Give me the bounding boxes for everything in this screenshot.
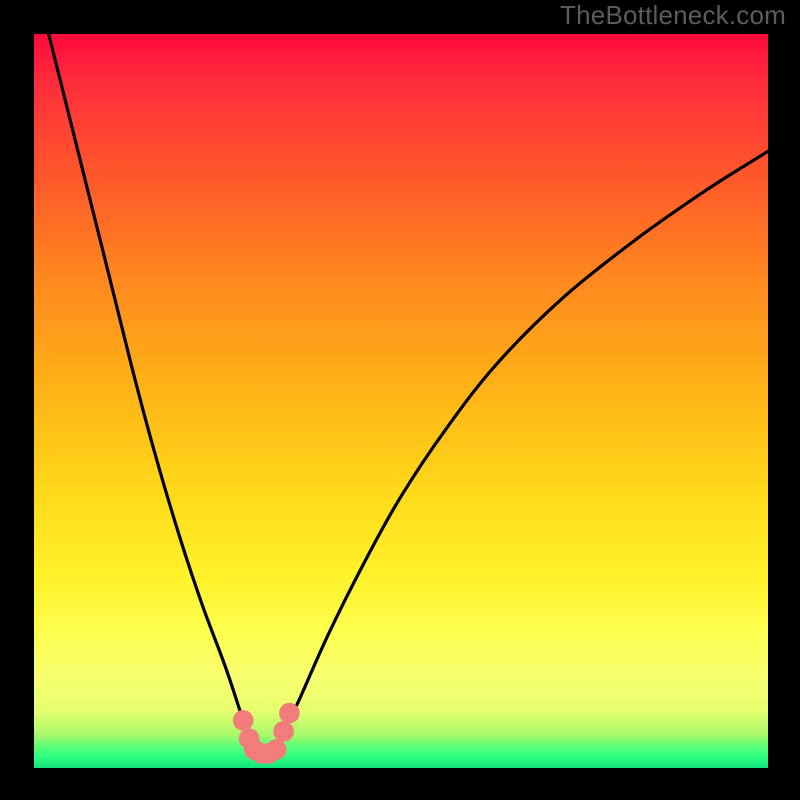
plot-area — [34, 34, 768, 768]
curve-marker — [266, 739, 287, 760]
curve-marker — [279, 703, 300, 724]
curve-marker — [233, 710, 254, 731]
curve-marker — [273, 721, 294, 742]
chart-svg — [34, 34, 768, 768]
watermark-text: TheBottleneck.com — [560, 0, 786, 31]
bottleneck-curve — [49, 34, 768, 754]
chart-frame: TheBottleneck.com — [0, 0, 800, 800]
